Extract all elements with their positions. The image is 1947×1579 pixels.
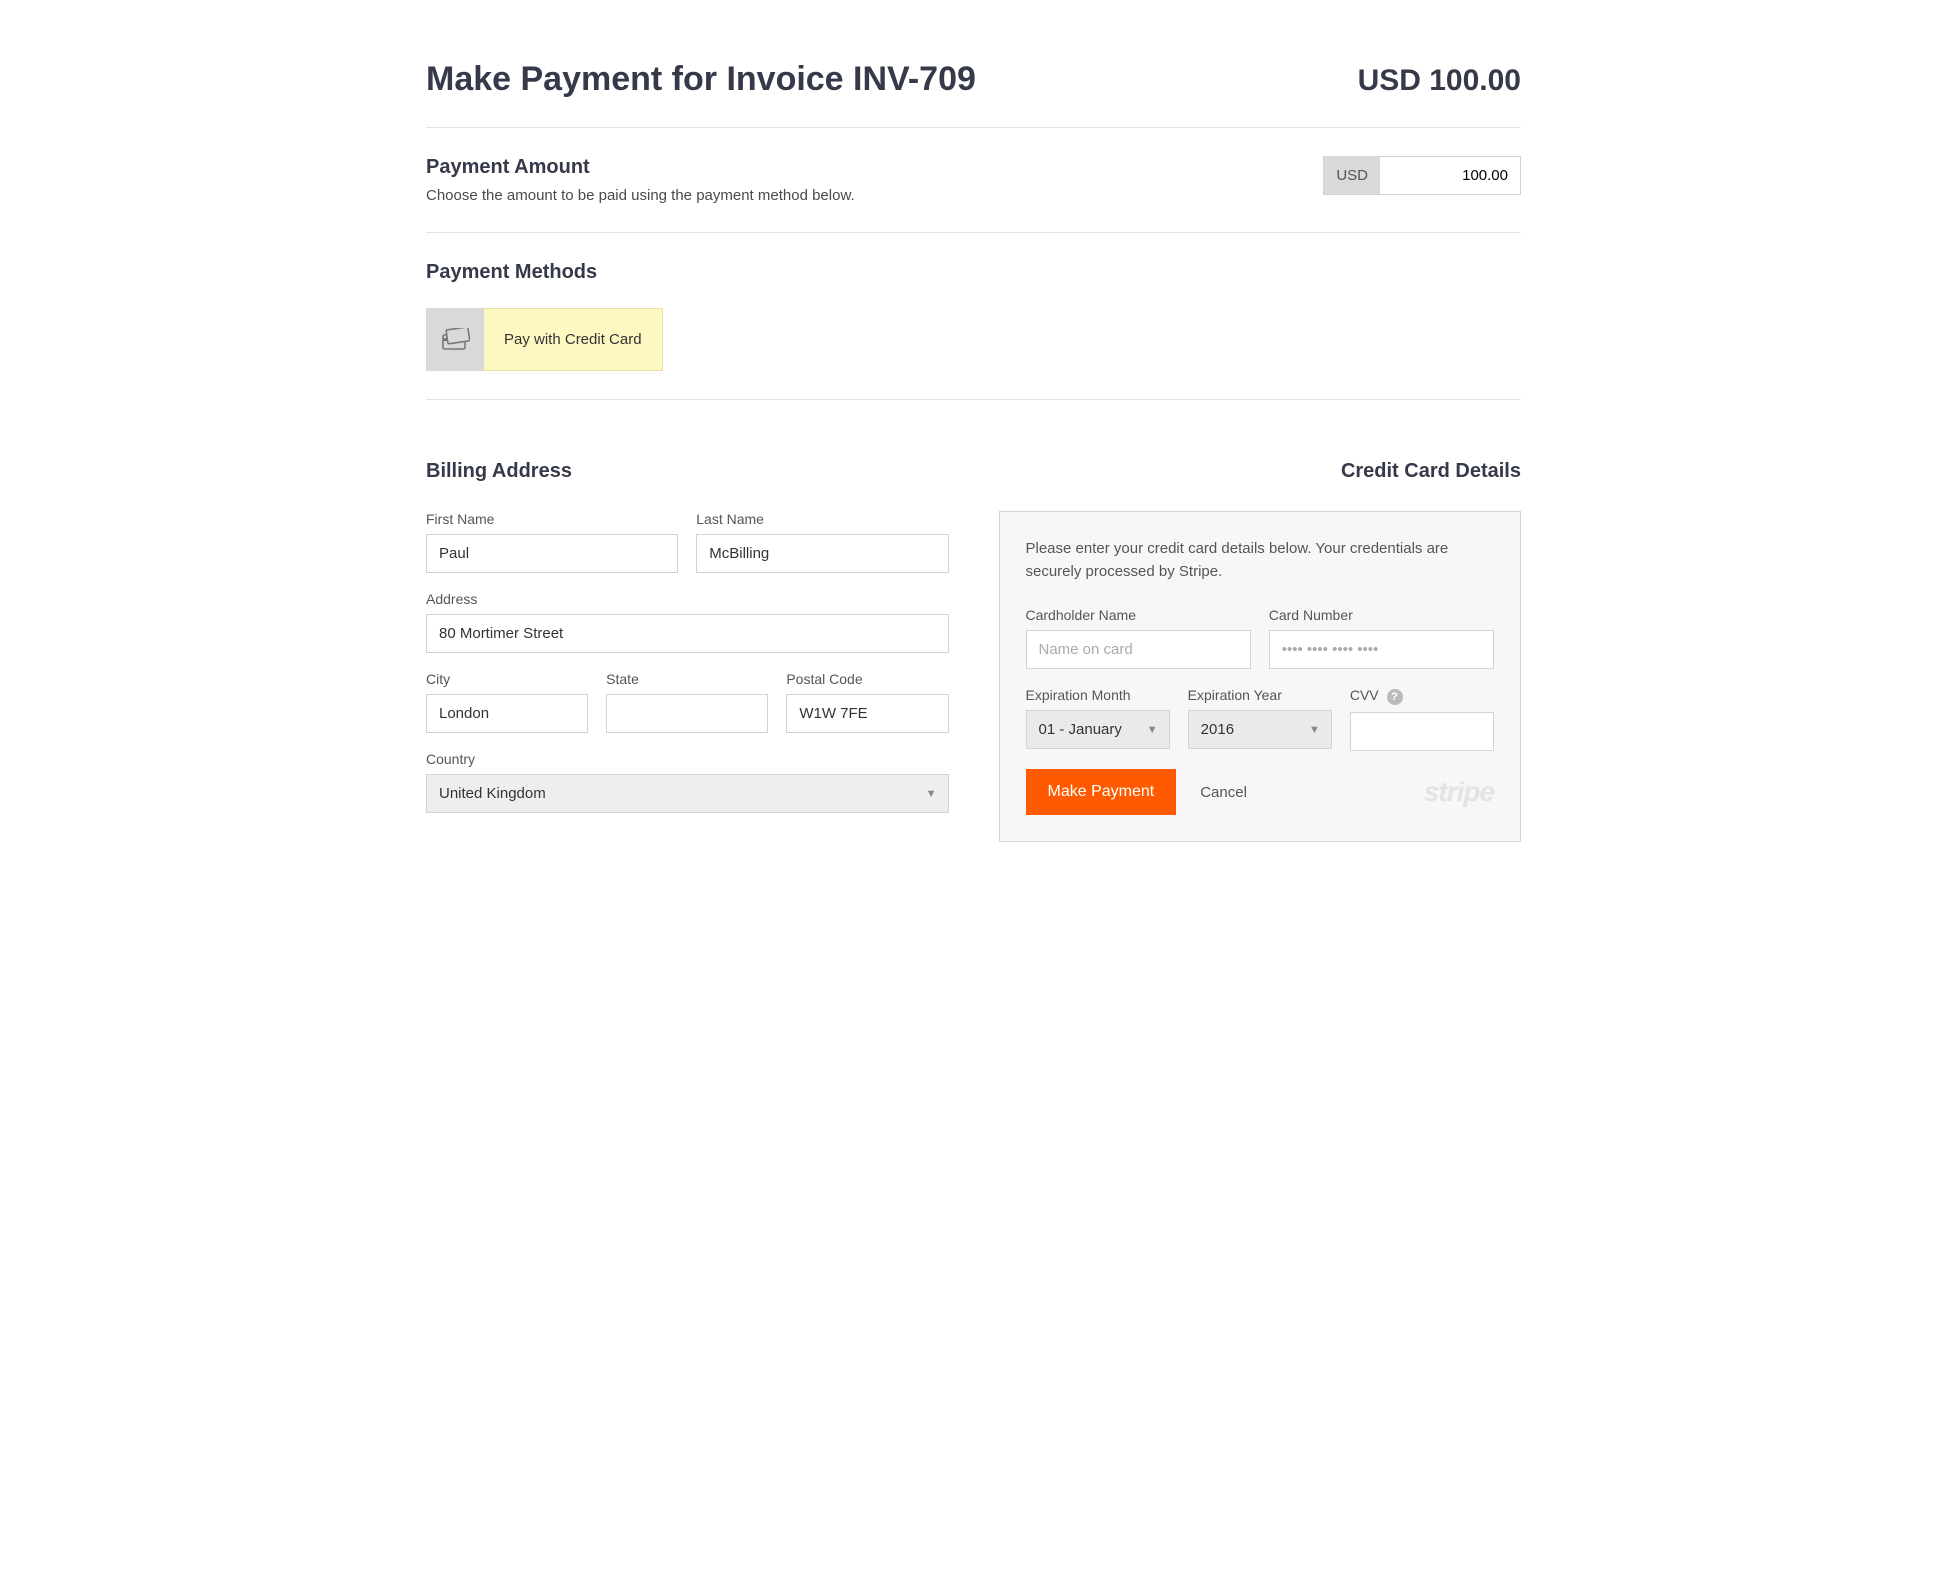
payment-methods-title: Payment Methods [426,261,1521,284]
card-number-input[interactable] [1269,630,1494,669]
credit-card-intro: Please enter your credit card details be… [1026,538,1495,583]
postal-code-input[interactable] [786,694,948,733]
credit-card-icon [426,308,484,371]
address-label: Address [426,591,949,607]
cardholder-name-input[interactable] [1026,630,1251,669]
stripe-logo: stripe [1424,776,1494,808]
payment-amount-desc: Choose the amount to be paid using the p… [426,187,855,204]
help-icon[interactable]: ? [1387,689,1403,705]
payment-method-credit-card[interactable]: Pay with Credit Card [426,308,663,371]
city-label: City [426,671,588,687]
header: Make Payment for Invoice INV-709 USD 100… [426,60,1521,128]
payment-amount-input[interactable] [1380,157,1520,194]
cvv-label: CVV ? [1350,687,1494,705]
first-name-label: First Name [426,511,678,527]
make-payment-button[interactable]: Make Payment [1026,769,1177,815]
exp-year-select[interactable]: 2016 [1188,710,1332,749]
payment-amount-title: Payment Amount [426,156,855,179]
payment-amount-field: USD [1323,156,1521,195]
credit-card-details-title: Credit Card Details [999,460,1522,483]
invoice-amount: USD 100.00 [1358,64,1521,98]
credit-card-panel: Please enter your credit card details be… [999,511,1522,842]
exp-month-select[interactable]: 01 - January [1026,710,1170,749]
state-label: State [606,671,768,687]
billing-address-title: Billing Address [426,460,949,483]
country-select[interactable]: United Kingdom [426,774,949,813]
currency-badge: USD [1324,157,1380,194]
first-name-input[interactable] [426,534,678,573]
exp-month-label: Expiration Month [1026,687,1170,703]
last-name-input[interactable] [696,534,948,573]
postal-code-label: Postal Code [786,671,948,687]
address-input[interactable] [426,614,949,653]
country-label: Country [426,751,949,767]
exp-year-label: Expiration Year [1188,687,1332,703]
page-title: Make Payment for Invoice INV-709 [426,60,976,99]
cardholder-name-label: Cardholder Name [1026,607,1251,623]
cancel-button[interactable]: Cancel [1200,784,1247,801]
card-number-label: Card Number [1269,607,1494,623]
cvv-input[interactable] [1350,712,1494,751]
state-input[interactable] [606,694,768,733]
last-name-label: Last Name [696,511,948,527]
city-input[interactable] [426,694,588,733]
payment-method-label: Pay with Credit Card [484,308,663,371]
